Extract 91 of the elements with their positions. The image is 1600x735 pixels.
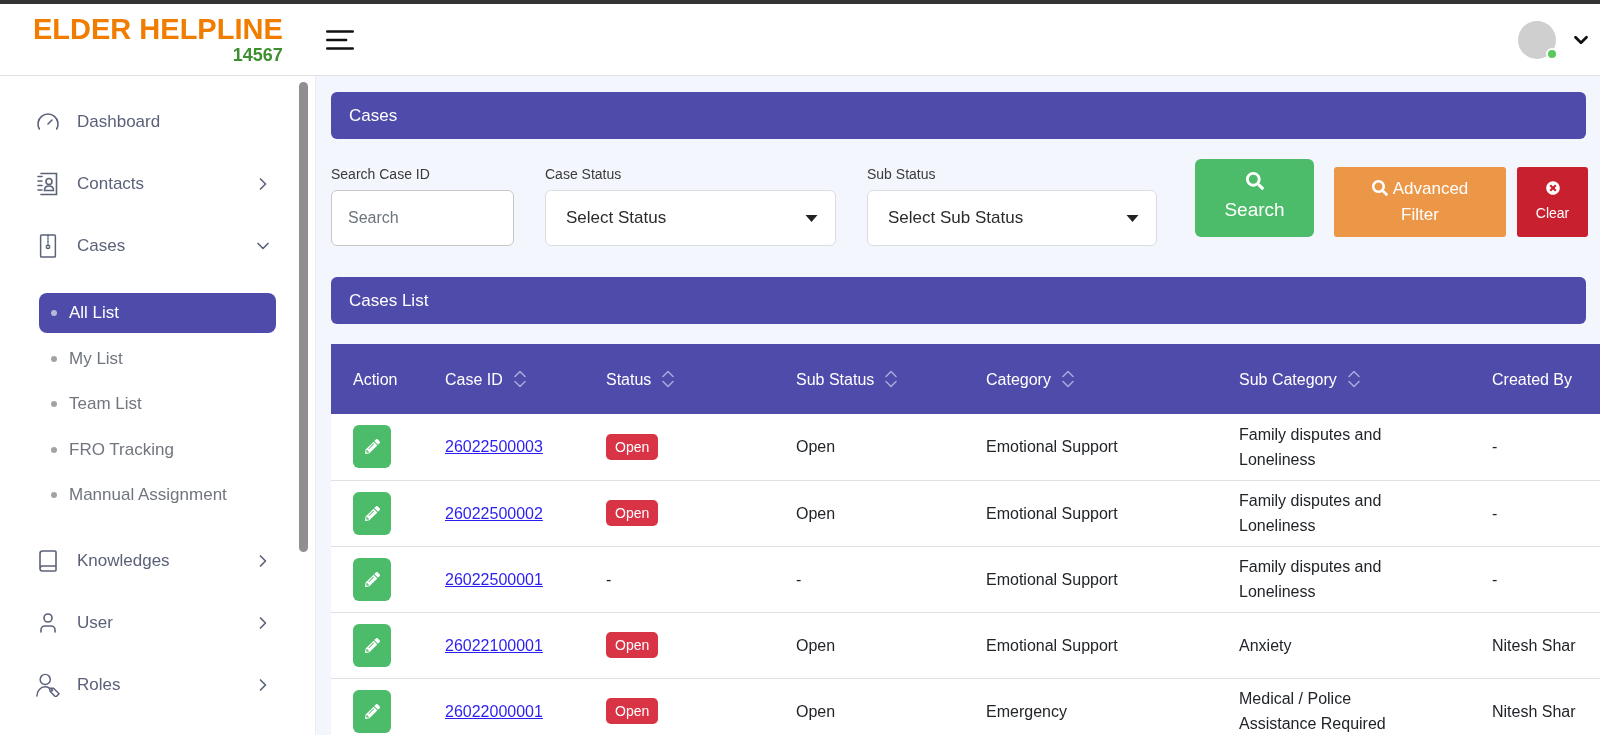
table-cell: Emotional Support <box>964 480 1217 546</box>
submenu-item[interactable]: FRO Tracking <box>39 429 276 470</box>
case-id-link[interactable]: 26022000001 <box>445 702 543 720</box>
sort-icon[interactable] <box>513 369 526 389</box>
sort-icon[interactable] <box>885 369 898 389</box>
search-icon <box>1245 171 1264 190</box>
scrollbar-thumb[interactable] <box>299 82 309 552</box>
column-header: Sub Status <box>796 369 875 390</box>
column-header: Sub Category <box>1239 369 1337 390</box>
search-icon <box>1371 180 1388 196</box>
pencil-icon <box>364 703 380 719</box>
status-select[interactable]: Select Status <box>545 190 836 246</box>
edit-button[interactable] <box>353 557 391 601</box>
edit-button[interactable] <box>353 425 391 469</box>
edit-button[interactable] <box>353 689 391 733</box>
table-cell: - <box>1470 546 1600 612</box>
table-cell: - <box>584 546 774 612</box>
field-label: Search Case ID <box>331 165 431 184</box>
submenu-item[interactable]: All List <box>39 293 276 333</box>
caret-down-icon <box>1126 214 1139 222</box>
sidebar-item[interactable]: Roles <box>0 654 296 716</box>
bullet-icon <box>51 446 57 453</box>
edit-button[interactable] <box>353 491 391 535</box>
logo-title: ELDER HELPLINE <box>33 15 283 44</box>
bullet-icon <box>51 355 57 362</box>
table-cell: Open <box>774 612 964 678</box>
bullet-icon <box>51 310 57 316</box>
panel-header: Cases <box>331 92 1586 139</box>
table-cell: Anxiety <box>1217 612 1470 678</box>
table-cell: Family disputes and Loneliness <box>1217 546 1470 612</box>
table-cell: Emergency <box>964 678 1217 735</box>
bullet-icon <box>51 492 57 498</box>
table-cell: Family disputes and Loneliness <box>1217 414 1470 480</box>
avatar[interactable] <box>1518 20 1556 59</box>
column-header: Created By <box>1492 369 1573 390</box>
table-cell: - <box>774 546 964 612</box>
pencil-icon <box>364 505 380 521</box>
menu-button[interactable] <box>325 29 354 50</box>
clear-button[interactable]: Clear <box>1517 167 1588 237</box>
sort-icon[interactable] <box>1347 369 1360 389</box>
table-cell: Medical / Police Assistance Required <box>1217 678 1470 735</box>
submenu-item[interactable]: Team List <box>39 384 276 424</box>
caret-down-icon <box>805 214 818 222</box>
table-cell: Family disputes and Loneliness <box>1217 480 1470 546</box>
column-header: Action <box>353 369 398 390</box>
field-label: Sub Status <box>867 165 937 184</box>
status-select[interactable]: Select Sub Status <box>867 190 1157 246</box>
sidebar-item[interactable]: Knowledges <box>0 530 296 592</box>
case-id-link[interactable]: 26022500001 <box>445 570 543 588</box>
pencil-icon <box>364 571 380 587</box>
column-header: Status <box>606 369 652 390</box>
sidebar-item[interactable]: Contacts <box>0 153 296 215</box>
field-label: Case Status <box>545 165 623 184</box>
bullet-icon <box>51 401 57 407</box>
pencil-icon <box>364 439 380 455</box>
contact-book-icon <box>36 172 60 196</box>
pencil-icon <box>364 637 380 653</box>
column-header: Category <box>986 369 1051 390</box>
sort-icon[interactable] <box>1061 369 1074 389</box>
menu-icon <box>325 29 354 50</box>
table-cell: Emotional Support <box>964 546 1217 612</box>
submenu-item[interactable]: My List <box>39 338 276 379</box>
case-id-link[interactable]: 26022500002 <box>445 504 543 522</box>
table-cell: Open <box>774 414 964 480</box>
edit-button[interactable] <box>353 623 391 667</box>
close-icon <box>1545 180 1560 195</box>
submenu-item[interactable]: Mannual Assignment <box>39 475 276 515</box>
status-badge: Open <box>606 434 659 460</box>
table-cell: Nitesh Shar <box>1470 678 1600 735</box>
search-field[interactable]: Search <box>331 190 514 246</box>
panel-header: Cases List <box>331 277 1586 324</box>
logo-number: 14567 <box>232 46 283 64</box>
sidebar-item[interactable]: User <box>0 592 296 654</box>
table-cell: Open <box>774 480 964 546</box>
sort-icon[interactable] <box>662 369 675 389</box>
table-cell: Nitesh Shar <box>1470 612 1600 678</box>
user-tag-icon <box>36 673 60 697</box>
table-cell: - <box>1470 414 1600 480</box>
status-badge: Open <box>606 632 659 659</box>
table-cell: Emotional Support <box>964 414 1217 480</box>
sidebar-item[interactable]: Dashboard <box>0 91 296 153</box>
table-cell: Emotional Support <box>964 612 1217 678</box>
case-id-link[interactable]: 26022100001 <box>445 636 543 654</box>
table-cell: Open <box>774 678 964 735</box>
column-header: Case ID <box>445 369 503 390</box>
sidebar-item[interactable]: Cases <box>0 215 296 277</box>
case-id-link[interactable]: 26022500003 <box>445 438 543 456</box>
table-cell: - <box>1470 480 1600 546</box>
book-icon <box>36 549 60 573</box>
status-badge: Open <box>606 698 659 725</box>
status-badge: Open <box>606 500 659 527</box>
